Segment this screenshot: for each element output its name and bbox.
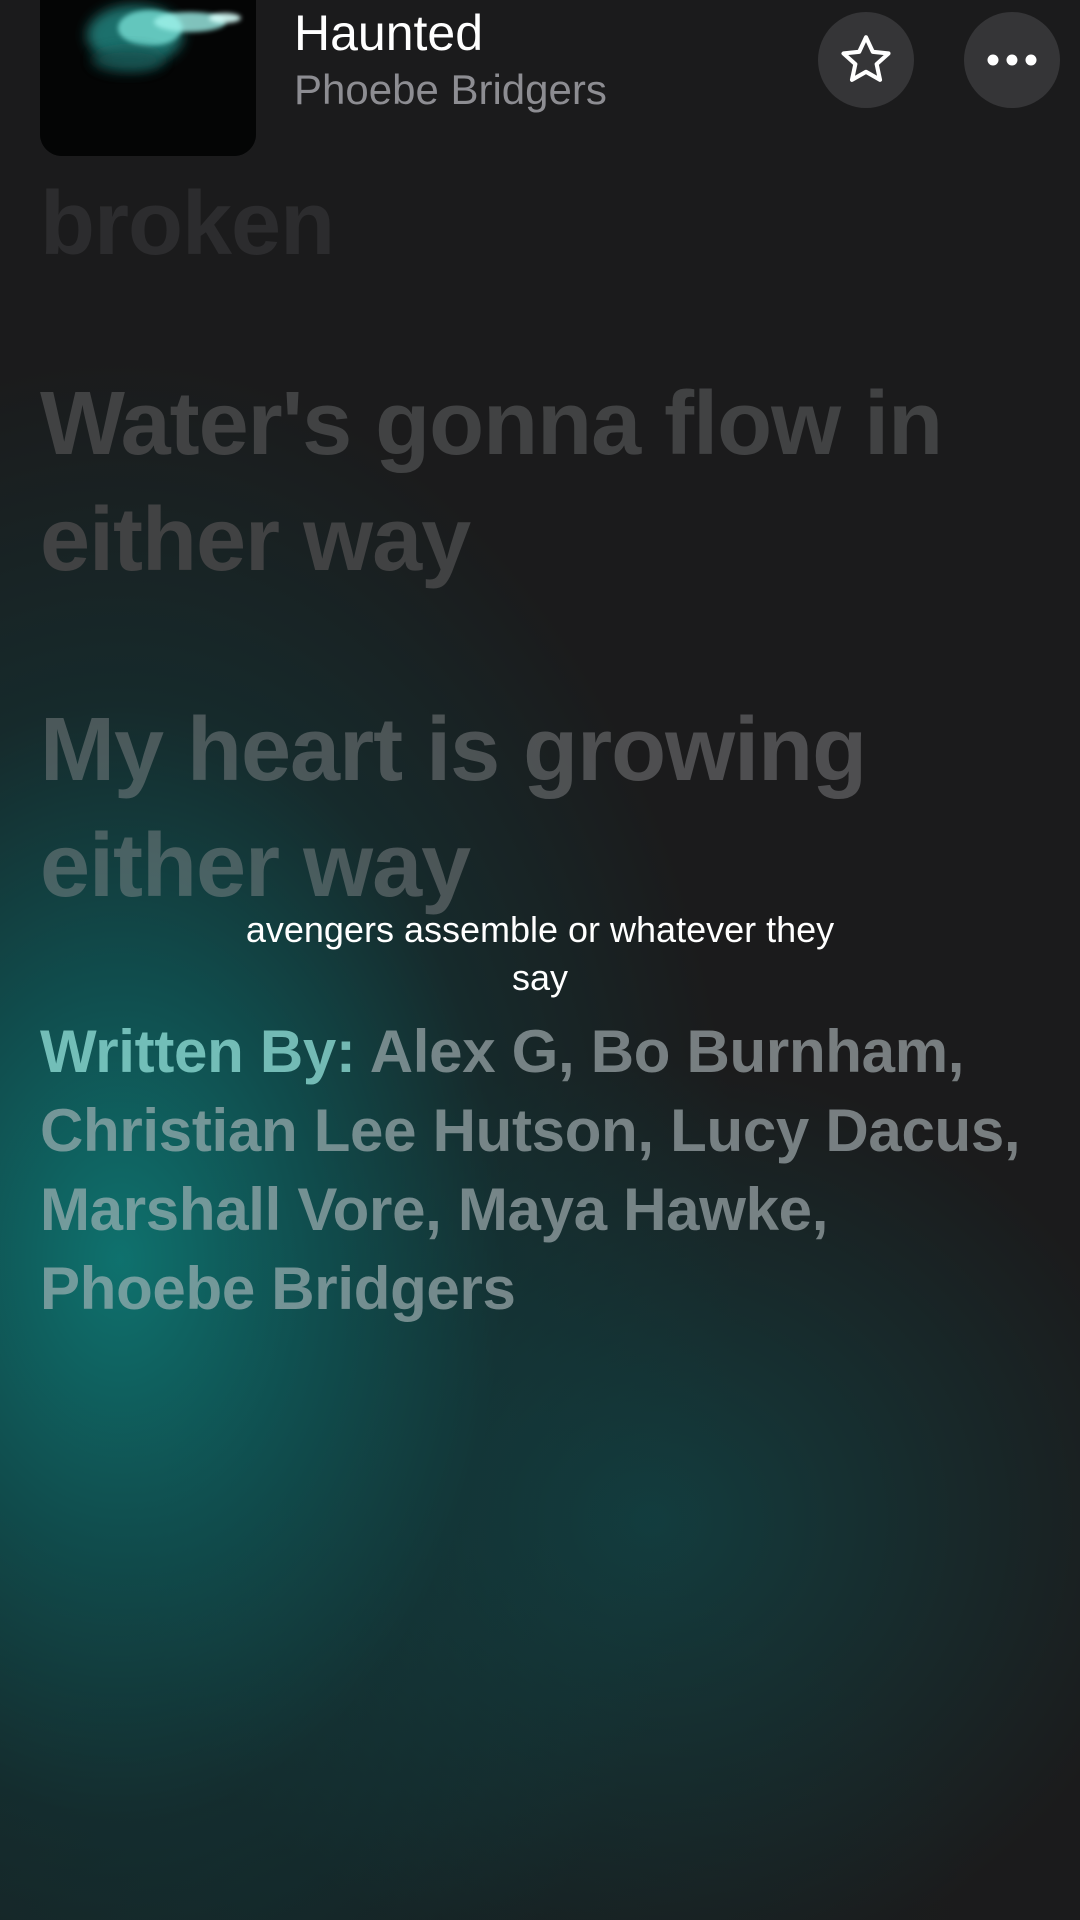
lyric-line[interactable]: My heart is growing either way (40, 692, 1040, 924)
star-icon (841, 35, 891, 82)
lyrics-screen: Haunted Phoebe Bridgers broken Water's g… (0, 0, 1080, 1920)
lyric-line[interactable]: broken (40, 166, 1040, 282)
credits-label: Written By: (40, 1018, 356, 1085)
album-art-image (40, 0, 256, 156)
favorite-button[interactable] (818, 12, 914, 108)
song-title[interactable]: Haunted (294, 4, 483, 62)
album-artwork[interactable] (40, 0, 256, 156)
lyric-line[interactable]: Water's gonna flow in either way (40, 366, 1040, 598)
more-options-button[interactable] (964, 12, 1060, 108)
video-caption: avengers assemble or whatever they say (245, 909, 835, 998)
songwriter-credits: Written By: Alex G, Bo Burnham, Christia… (40, 1012, 1050, 1328)
more-icon (987, 54, 1037, 66)
artist-name[interactable]: Phoebe Bridgers (294, 66, 607, 114)
